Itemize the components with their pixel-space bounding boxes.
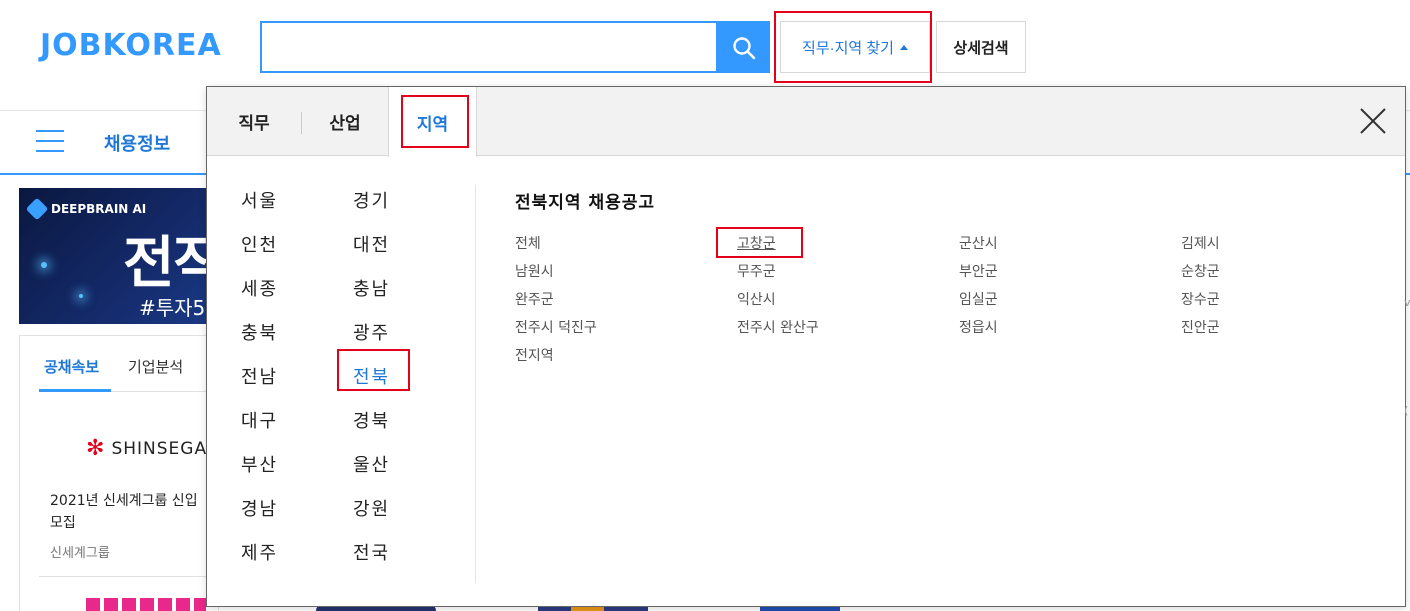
district-item[interactable]: 전주시 완산구 <box>737 317 819 337</box>
region-item[interactable]: 세종 <box>241 275 278 301</box>
district-item[interactable]: 순창군 <box>1181 261 1220 281</box>
region-item[interactable]: 전국 <box>353 539 390 565</box>
district-item[interactable]: 진안군 <box>1181 317 1220 337</box>
banner-title: 전직 <box>123 231 219 296</box>
region-item[interactable]: 경북 <box>353 407 390 433</box>
region-item[interactable]: 인천 <box>241 231 278 257</box>
promo-banner[interactable]: DEEPBRAIN AI 전직 #투자50 <box>19 188 219 324</box>
jobkorea-logo[interactable]: JOBKOREA <box>40 28 222 63</box>
layer-tabbar: 직무 산업 지역 <box>207 87 1405 157</box>
region-item[interactable]: 강원 <box>353 495 390 521</box>
tab-job[interactable]: 직무 <box>207 87 301 156</box>
district-item[interactable]: 전체 <box>515 233 541 253</box>
region-item[interactable]: 대구 <box>241 407 278 433</box>
deepbrain-logo-icon <box>25 197 49 221</box>
region-item[interactable]: 전남 <box>241 363 278 389</box>
menu-icon[interactable] <box>36 130 64 152</box>
district-item[interactable]: 고창군 <box>737 233 776 253</box>
region-item[interactable]: 충북 <box>241 319 278 345</box>
district-item[interactable]: 김제시 <box>1181 233 1220 253</box>
caret-up-icon <box>899 44 908 50</box>
tab-public-recruit[interactable]: 공채속보 <box>44 356 99 377</box>
category-layer: 직무 산업 지역 서울 경기인천 대전세종 충남충북 광주전남 전북대구 경북부산 울산경남 강… <box>206 86 1406 607</box>
region-item[interactable]: 부산 <box>241 451 278 477</box>
district-item[interactable]: 장수군 <box>1181 289 1220 309</box>
region-item[interactable]: 경남 <box>241 495 278 521</box>
region-item[interactable]: 울산 <box>353 451 390 477</box>
close-icon <box>1360 108 1386 134</box>
detail-search-button[interactable]: 상세검색 <box>936 21 1026 73</box>
job-region-find-button[interactable]: 직무·지역 찾기 <box>780 21 930 73</box>
find-button-label: 직무·지역 찾기 <box>802 39 894 57</box>
banner-brand: DEEPBRAIN AI <box>51 202 147 216</box>
district-item[interactable]: 전지역 <box>515 345 554 365</box>
region-item[interactable]: 제주 <box>241 539 278 565</box>
job-company: 신세계그룹 <box>50 546 110 561</box>
search-button[interactable] <box>716 21 770 73</box>
region-item[interactable]: 대전 <box>353 231 390 257</box>
section-title: 전북지역 채용공고 <box>515 193 656 213</box>
company-logo[interactable]: ✻ SHINSEGAE <box>86 438 219 460</box>
district-item[interactable]: 완주군 <box>515 289 554 309</box>
tab-region[interactable]: 지역 <box>388 87 477 157</box>
district-item[interactable]: 남원시 <box>515 261 554 281</box>
search-icon <box>733 37 756 60</box>
district-item[interactable]: 부안군 <box>959 261 998 281</box>
close-button[interactable] <box>1357 105 1389 137</box>
tab-industry[interactable]: 산업 <box>302 87 388 156</box>
company-logo-partial <box>86 598 206 611</box>
search-input[interactable] <box>260 21 716 73</box>
region-item[interactable]: 광주 <box>353 319 390 345</box>
district-item[interactable]: 전주시 덕진구 <box>515 317 597 337</box>
nav-link-jobs[interactable]: 채용정보 <box>104 130 170 156</box>
district-item[interactable]: 임실군 <box>959 289 998 309</box>
district-item[interactable]: 군산시 <box>959 233 998 253</box>
region-item[interactable]: 서울 <box>241 187 278 213</box>
shinsegae-star-icon: ✻ <box>86 436 106 461</box>
district-item[interactable]: 정읍시 <box>959 317 998 337</box>
district-item[interactable]: 익산시 <box>737 289 776 309</box>
region-item[interactable]: 전북 <box>353 363 390 389</box>
job-title[interactable]: 2021년 신세계그룹 신입 모집 <box>50 490 210 534</box>
tab-company-analysis[interactable]: 기업분석 <box>128 356 183 377</box>
district-item[interactable]: 무주군 <box>737 261 776 281</box>
region-item[interactable]: 충남 <box>353 275 390 301</box>
region-item[interactable]: 경기 <box>353 187 390 213</box>
